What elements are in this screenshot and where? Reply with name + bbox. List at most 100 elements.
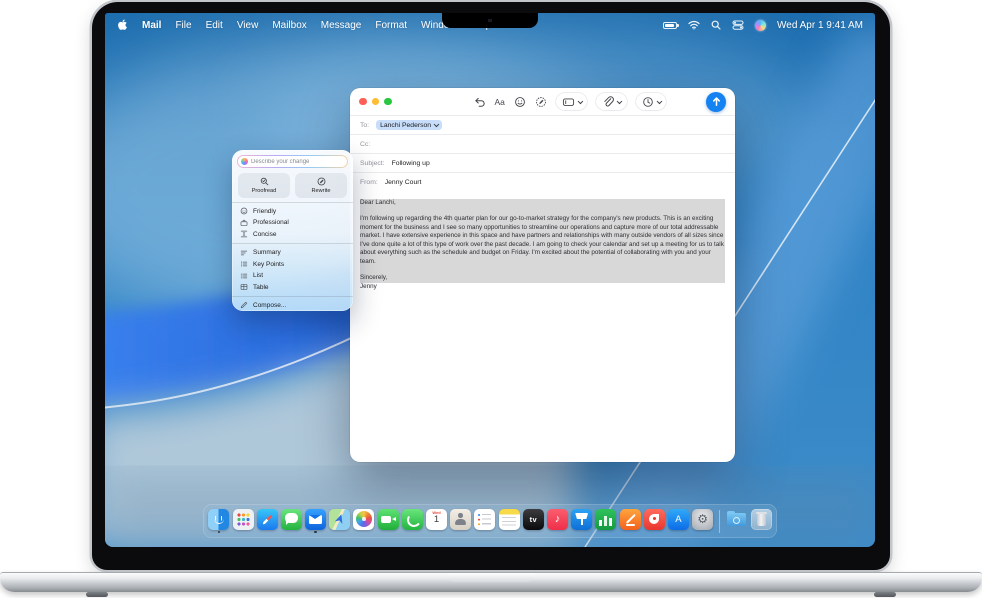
schedule-send-button[interactable]	[636, 93, 667, 110]
menu-item-format[interactable]: Format	[375, 20, 407, 31]
lid-scoop	[447, 573, 535, 582]
attach-button[interactable]	[596, 93, 627, 110]
describe-change-field[interactable]	[237, 155, 348, 168]
download-arrow-circle	[733, 517, 740, 524]
calendar-icon: Wed1	[426, 509, 447, 530]
battery-icon[interactable]	[663, 22, 677, 29]
send-button[interactable]	[706, 92, 726, 112]
table-grid-icon	[240, 283, 248, 291]
message-body[interactable]: Dear Lanchi, I'm following up regarding …	[350, 191, 735, 291]
proofread-button[interactable]: Proofread	[238, 173, 290, 198]
selected-text-block: Dear Lanchi, I'm following up regarding …	[360, 199, 725, 283]
dock-rocket[interactable]	[644, 509, 665, 534]
zoom-button[interactable]	[384, 98, 392, 106]
menu-item-mail[interactable]: Mail	[142, 20, 161, 31]
smiley-icon	[240, 207, 248, 215]
from-field[interactable]: From: Jenny Court	[350, 172, 735, 191]
downloads-folder-icon	[726, 509, 747, 530]
dock-calendar[interactable]: Wed1	[426, 509, 447, 534]
messages-icon	[281, 509, 302, 530]
siri-icon[interactable]	[755, 20, 766, 31]
rubber-foot	[874, 592, 896, 597]
window-controls	[359, 98, 392, 106]
phone-icon	[402, 509, 423, 530]
dock-messages[interactable]	[281, 509, 302, 534]
dock-facetime[interactable]	[378, 509, 399, 534]
dock-downloads[interactable]	[726, 509, 747, 534]
gear-glyph: ⚙	[697, 513, 708, 525]
from-label: From:	[360, 179, 378, 186]
writing-tools-item-professional[interactable]: Professional	[237, 217, 348, 229]
wifi-icon[interactable]	[688, 20, 700, 30]
writing-tools-item-list[interactable]: List	[237, 270, 348, 282]
dock-trash[interactable]	[751, 509, 772, 534]
summary-lines-icon	[240, 249, 248, 257]
menu-item-edit[interactable]: Edit	[206, 20, 223, 31]
markup-button[interactable]	[535, 96, 547, 108]
dock-keynote[interactable]	[571, 509, 592, 534]
emoji-button[interactable]	[514, 96, 526, 108]
undo-button[interactable]	[474, 96, 486, 108]
writing-tools-item-compose[interactable]: Compose...	[237, 300, 348, 312]
writing-tools-item-summary[interactable]: Summary	[237, 247, 348, 259]
to-field[interactable]: To: Lanchi Pederson	[350, 115, 735, 134]
dock-safari[interactable]	[257, 509, 278, 534]
dock-mail[interactable]	[305, 509, 326, 534]
dock-photos[interactable]	[353, 509, 374, 534]
writing-tools-item-concise[interactable]: Concise	[237, 229, 348, 241]
dock-contacts[interactable]	[450, 509, 471, 534]
music-note-glyph: ♪	[555, 514, 561, 525]
dock-launchpad[interactable]	[233, 509, 254, 534]
control-center-icon[interactable]	[732, 20, 744, 30]
dock-notes[interactable]	[499, 509, 520, 534]
dock-maps[interactable]	[329, 509, 350, 534]
fonts-button[interactable]: Aa	[495, 97, 505, 107]
chevron-down-icon	[657, 98, 662, 103]
subject-field[interactable]: Subject: Following up	[350, 153, 735, 172]
facetime-icon	[378, 509, 399, 530]
recipient-token[interactable]: Lanchi Pederson	[376, 120, 442, 130]
dash-list-icon	[240, 272, 248, 280]
writing-tools-item-friendly[interactable]: Friendly	[237, 206, 348, 218]
dock-tv[interactable]: tv	[523, 509, 544, 534]
menu-item-message[interactable]: Message	[321, 20, 362, 31]
menu-item-view[interactable]: View	[237, 20, 259, 31]
dock-music[interactable]: ♪	[547, 509, 568, 534]
dock-reminders[interactable]	[474, 509, 495, 534]
greeting-line: Dear Lanchi,	[360, 199, 725, 207]
display-notch	[442, 13, 538, 28]
separator	[232, 296, 353, 297]
writing-tools-item-key-points[interactable]: Key Points	[237, 258, 348, 270]
item-label: Compose...	[253, 302, 286, 309]
contacts-icon	[450, 509, 471, 530]
chevron-down-icon	[434, 122, 439, 127]
menu-bar-clock[interactable]: Wed Apr 1 9:41 AM	[777, 20, 863, 31]
mail-icon	[305, 509, 326, 530]
item-label: Key Points	[253, 261, 284, 268]
apple-menu-icon[interactable]	[117, 19, 128, 32]
menu-item-file[interactable]: File	[175, 20, 191, 31]
item-label: Concise	[253, 231, 276, 238]
separator	[232, 202, 353, 203]
minimize-button[interactable]	[372, 98, 380, 106]
search-icon[interactable]	[711, 20, 721, 30]
dock-settings[interactable]: ⚙	[692, 509, 713, 534]
describe-change-input[interactable]	[251, 159, 341, 165]
emoji-smiley-icon	[514, 96, 526, 108]
dock-app-store[interactable]: A	[668, 509, 689, 534]
closing-line: Sincerely,	[360, 274, 725, 282]
menu-item-mailbox[interactable]: Mailbox	[272, 20, 306, 31]
rewrite-button[interactable]: Rewrite	[295, 173, 347, 198]
dock-numbers[interactable]	[595, 509, 616, 534]
close-button[interactable]	[359, 98, 367, 106]
music-icon: ♪	[547, 509, 568, 530]
writing-tools-item-table[interactable]: Table	[237, 281, 348, 293]
dock-phone[interactable]	[402, 509, 423, 534]
cc-field[interactable]: Cc:	[350, 134, 735, 153]
format-picker-button[interactable]	[556, 93, 588, 110]
safari-icon	[257, 509, 278, 530]
dock-pages[interactable]	[620, 509, 641, 534]
dock-finder[interactable]	[208, 509, 229, 534]
tv-label: tv	[530, 515, 537, 524]
macbook-base	[0, 572, 982, 592]
